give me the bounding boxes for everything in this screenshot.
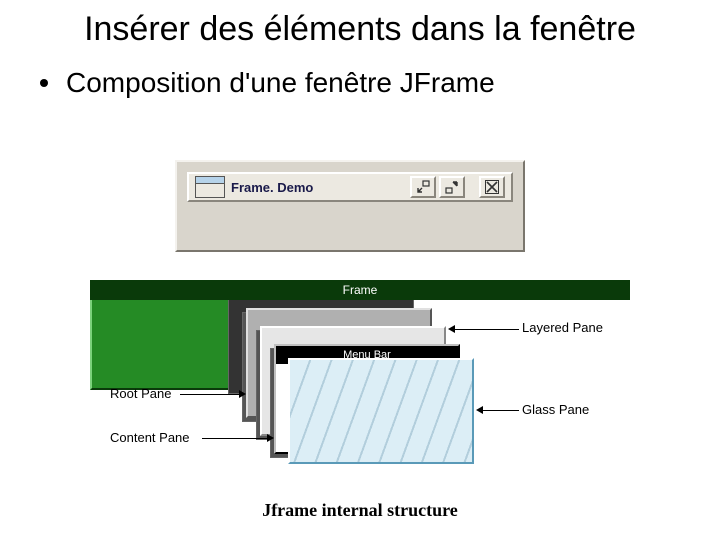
arrow-head — [448, 325, 455, 333]
arrow-line — [202, 438, 268, 439]
bullet-text: Composition d'une fenêtre JFrame — [66, 67, 495, 99]
slide-title: Insérer des éléments dans la fenêtre — [0, 0, 720, 57]
arrow-head — [476, 406, 483, 414]
window-icon — [195, 176, 225, 198]
label-root-pane: Root Pane — [110, 386, 171, 401]
arrow-line — [455, 329, 519, 330]
demo-window-title: Frame. Demo — [231, 180, 313, 195]
bullet-item: Composition d'une fenêtre JFrame — [0, 57, 720, 99]
arrow-line — [483, 410, 519, 411]
demo-window: Frame. Demo — [175, 160, 525, 252]
window-controls — [410, 176, 465, 198]
arrow-head — [267, 434, 274, 442]
arrow-line — [180, 394, 240, 395]
glass-pane — [288, 358, 474, 464]
layer-diagram: Frame Menu Bar Layered Pane Glass Pane R… — [90, 280, 630, 480]
frame-title: Frame — [90, 280, 630, 300]
label-layered-pane: Layered Pane — [522, 320, 603, 335]
diagram-caption: Jframe internal structure — [0, 500, 720, 521]
bullet-dot — [40, 79, 48, 87]
maximize-icon[interactable] — [439, 176, 465, 198]
label-content-pane: Content Pane — [110, 430, 190, 445]
demo-titlebar: Frame. Demo — [187, 172, 513, 202]
close-icon[interactable] — [479, 176, 505, 198]
iconify-icon[interactable] — [410, 176, 436, 198]
arrow-head — [239, 390, 246, 398]
label-glass-pane: Glass Pane — [522, 402, 589, 417]
